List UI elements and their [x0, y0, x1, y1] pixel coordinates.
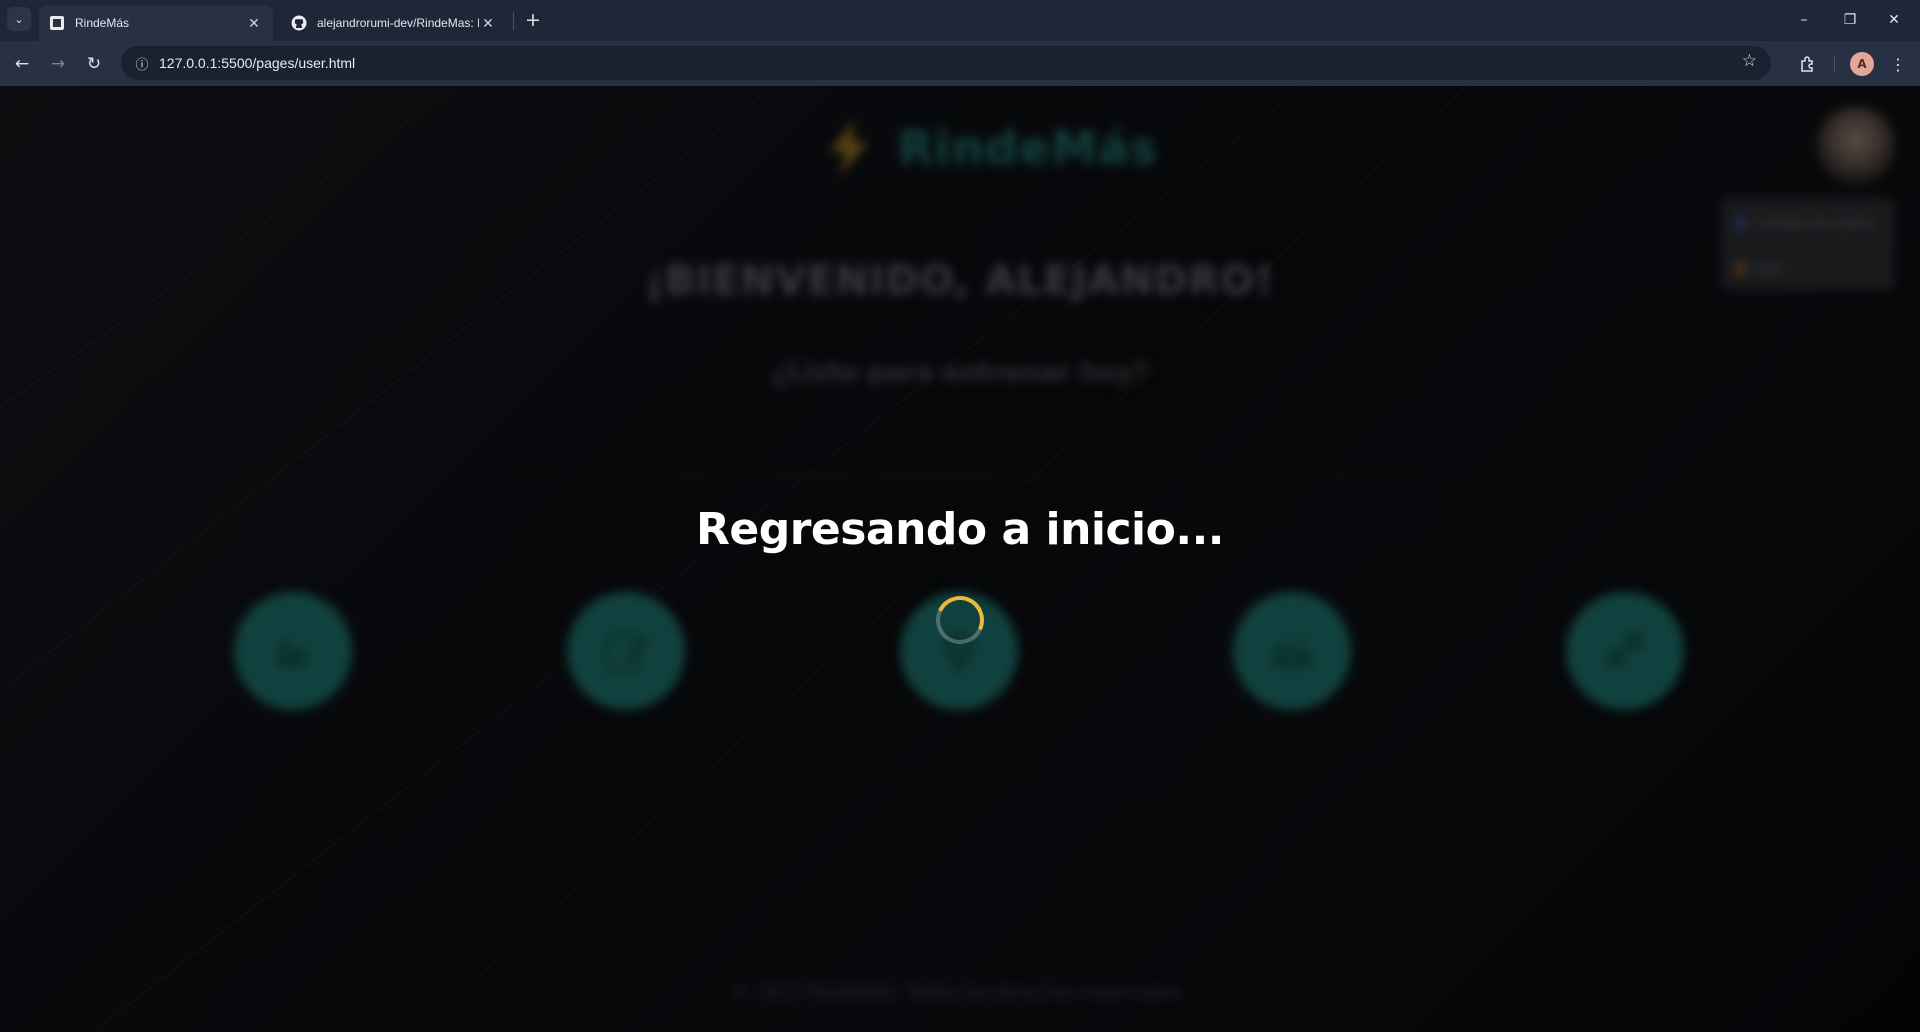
- tab-close-icon[interactable]: ✕: [245, 15, 263, 32]
- puzzle-icon: [1801, 56, 1813, 72]
- arrow-left-icon: ←: [14, 54, 30, 74]
- tab-close-icon[interactable]: ✕: [479, 15, 497, 32]
- tab-separator: [513, 12, 514, 30]
- back-button[interactable]: ←: [8, 50, 36, 78]
- arrow-right-icon: →: [50, 54, 66, 74]
- reload-icon: ↻: [86, 54, 102, 74]
- bookmark-star-icon[interactable]: ☆: [1742, 51, 1757, 71]
- extensions-button[interactable]: [1794, 50, 1822, 78]
- toolbar-separator: [1834, 55, 1835, 73]
- page-viewport: RindeMás ¡BIENVENIDO, ALEJANDRO! ¿Listo …: [0, 86, 1920, 1032]
- browser-menu-button[interactable]: ⋮: [1884, 50, 1912, 78]
- tab-rindemas[interactable]: RindeMás ✕: [39, 5, 273, 41]
- address-bar[interactable]: ⓘ 127.0.0.1:5500/pages/user.html ☆: [121, 46, 1771, 80]
- restore-button[interactable]: ❐: [1832, 6, 1868, 34]
- profile-avatar[interactable]: A: [1850, 52, 1874, 76]
- tab-title: alejandrorumi-dev/RindeMas: F: [317, 16, 479, 30]
- page-favicon-icon: [50, 16, 64, 30]
- browser-toolbar: ← → ↻ ⓘ 127.0.0.1:5500/pages/user.html ☆…: [0, 41, 1920, 86]
- kebab-menu-icon: ⋮: [1890, 54, 1906, 74]
- tab-search-button[interactable]: ⌄: [7, 7, 31, 31]
- new-tab-button[interactable]: +: [521, 8, 545, 32]
- reload-button[interactable]: ↻: [80, 50, 108, 78]
- chevron-down-icon: ⌄: [14, 12, 24, 26]
- browser-tab-strip: ⌄ RindeMás ✕ alejandrorumi-dev/RindeMas:…: [0, 0, 1920, 41]
- tab-title: RindeMás: [75, 16, 130, 30]
- github-icon: [291, 15, 307, 31]
- forward-button[interactable]: →: [44, 50, 72, 78]
- site-info-icon[interactable]: ⓘ: [125, 54, 159, 73]
- loading-message: Regresando a inicio...: [695, 504, 1225, 555]
- tab-github[interactable]: alejandrorumi-dev/RindeMas: F ✕: [281, 5, 507, 41]
- loading-spinner: [929, 589, 991, 651]
- minimize-button[interactable]: –: [1786, 6, 1822, 34]
- url-text: 127.0.0.1:5500/pages/user.html: [159, 55, 356, 71]
- loading-overlay: Regresando a inicio...: [0, 86, 1920, 1032]
- close-window-button[interactable]: ✕: [1876, 6, 1912, 34]
